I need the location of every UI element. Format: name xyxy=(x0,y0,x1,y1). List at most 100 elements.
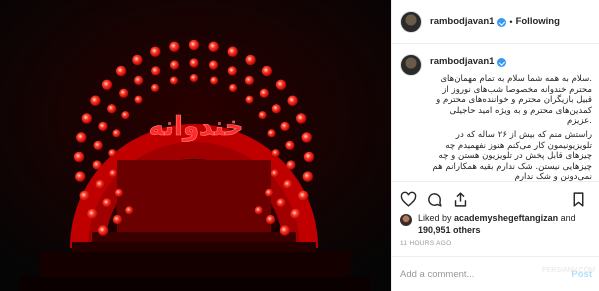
comment-input[interactable] xyxy=(400,268,550,280)
bulb-light xyxy=(151,66,161,76)
bulb-light xyxy=(76,132,87,143)
separator-dot: • xyxy=(509,16,513,27)
bulb-light xyxy=(271,149,280,158)
profile-avatar[interactable] xyxy=(400,10,422,33)
bulb-light xyxy=(169,76,178,85)
bulb-light xyxy=(114,188,123,197)
bulb-light xyxy=(101,79,113,91)
post-image[interactable]: خندوانه xyxy=(0,0,391,291)
likes-prefix: Liked by xyxy=(418,213,455,223)
bulb-light xyxy=(90,95,101,106)
share-button[interactable] xyxy=(450,189,470,209)
bulb-light xyxy=(303,151,315,163)
bulb-light xyxy=(208,41,219,52)
caption-area: rambodjavan1 .سلام به همه شما سلام به تم… xyxy=(392,44,599,182)
bulb-light xyxy=(98,121,108,131)
bulb-light xyxy=(134,75,144,85)
following-button[interactable]: Following xyxy=(516,16,560,27)
bulb-light xyxy=(73,151,85,163)
bulb-light xyxy=(188,39,200,51)
heart-icon xyxy=(400,191,416,207)
bulb-light xyxy=(112,129,121,138)
stage-logo-text: خندوانه xyxy=(149,112,244,142)
post-timestamp[interactable]: 11 HOURS AGO xyxy=(400,240,452,247)
comment-button[interactable] xyxy=(424,189,444,209)
bulb-light xyxy=(108,149,117,158)
bulb-light xyxy=(267,129,276,138)
caption-verified-icon xyxy=(497,58,507,67)
bulb-light xyxy=(151,83,159,92)
bulb-light xyxy=(97,225,109,236)
site-watermark: PERSIANV.COM xyxy=(541,267,595,274)
stage-arch-illustration: خندوانه xyxy=(0,0,391,291)
likes-text: Liked by academyshegeftangizan and 190,9… xyxy=(418,213,576,236)
bulb-light xyxy=(210,76,219,85)
post-header: rambodjavan1 • Following xyxy=(392,0,599,44)
bulb-light xyxy=(287,95,298,106)
caption-text: .سلام به همه شما سلام به تمام مهمان‌های … xyxy=(400,74,592,181)
bulb-light xyxy=(102,198,112,208)
comment-icon xyxy=(427,192,442,207)
like-button[interactable] xyxy=(398,189,418,209)
bulb-light xyxy=(208,60,219,70)
bulb-light xyxy=(265,188,274,197)
bulb-light xyxy=(87,208,98,220)
caption-username[interactable]: rambodjavan1 xyxy=(430,56,494,67)
bulb-light xyxy=(296,113,307,124)
bulb-light xyxy=(244,75,254,85)
header-username[interactable]: rambodjavan1 xyxy=(430,16,494,27)
bulb-light xyxy=(229,83,237,92)
caption-paragraph-1: .سلام به همه شما سلام به تمام مهمان‌های … xyxy=(436,74,592,127)
bulb-light xyxy=(280,121,290,131)
bulb-light xyxy=(190,74,198,82)
bulb-light xyxy=(286,160,296,170)
bulb-light xyxy=(275,79,287,91)
likes-count[interactable]: 190,951 others xyxy=(418,225,481,235)
likes-and: and xyxy=(558,213,576,223)
bulb-light xyxy=(279,225,291,236)
bulb-light xyxy=(301,132,312,143)
bulb-light xyxy=(266,214,276,225)
bulb-light xyxy=(81,113,93,124)
bulb-light xyxy=(283,179,293,189)
bulb-light xyxy=(169,41,180,52)
bulb-light xyxy=(290,208,301,220)
verified-badge-icon xyxy=(497,18,507,27)
bulb-light xyxy=(115,65,127,77)
bulb-light xyxy=(75,171,86,182)
bulb-light xyxy=(302,171,313,182)
likes-summary: Liked by academyshegeftangizan and 190,9… xyxy=(400,213,596,236)
bulb-light xyxy=(132,54,143,66)
bulb-light xyxy=(79,190,90,201)
bulb-light xyxy=(134,95,143,104)
bulb-light xyxy=(254,206,263,215)
bulb-light xyxy=(298,190,309,201)
bulb-light xyxy=(119,88,129,98)
bulb-light xyxy=(270,169,279,178)
bulb-light xyxy=(245,54,256,66)
bulb-light xyxy=(169,60,180,70)
bulb-light xyxy=(285,140,295,150)
share-icon xyxy=(454,191,466,207)
bulb-light xyxy=(107,104,117,114)
bulb-light xyxy=(227,46,238,57)
bulb-light xyxy=(121,111,130,120)
bulb-light xyxy=(95,179,105,189)
bookmark-icon xyxy=(573,191,583,207)
bulb-light xyxy=(227,66,237,76)
caption-header: rambodjavan1 xyxy=(400,54,592,76)
bulb-light xyxy=(112,214,122,225)
bulb-light xyxy=(189,58,199,68)
bulb-light xyxy=(125,206,134,215)
bulb-light xyxy=(271,104,281,114)
bulb-light xyxy=(109,169,118,178)
liker-avatar[interactable] xyxy=(400,214,412,226)
action-bar xyxy=(392,186,599,212)
liker-username[interactable]: academyshegeftangizan xyxy=(454,213,558,223)
save-button[interactable] xyxy=(568,189,588,209)
bulb-light xyxy=(259,88,269,98)
bulb-light xyxy=(276,198,286,208)
caption-avatar[interactable] xyxy=(400,54,422,76)
bulb-light xyxy=(261,65,273,77)
bulb-light xyxy=(92,160,102,170)
